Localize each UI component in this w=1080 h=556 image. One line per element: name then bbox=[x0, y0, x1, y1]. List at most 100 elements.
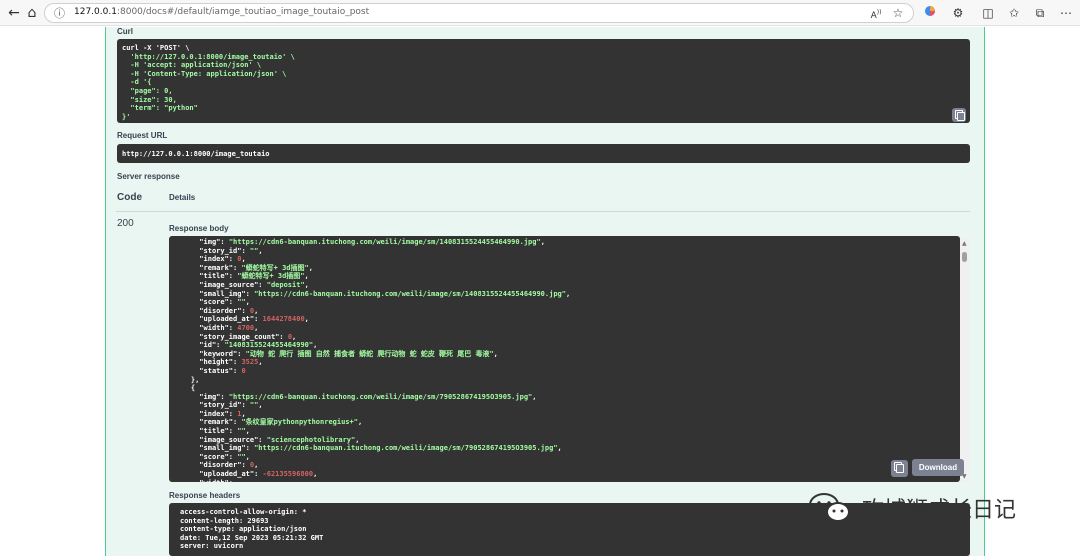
json-token: "https://cdn6-banquan.ituchong.com/weili… bbox=[254, 289, 566, 298]
request-url-block[interactable]: http://127.0.0.1:8000/image_toutaio bbox=[117, 144, 970, 163]
header-line: server: uvicorn bbox=[180, 542, 244, 551]
json-token: "uploaded_at": bbox=[199, 315, 263, 324]
json-token: 1644278400 bbox=[262, 315, 305, 324]
download-button[interactable]: Download bbox=[912, 459, 964, 476]
json-line: { bbox=[174, 384, 955, 393]
url-text[interactable]: 127.0.0.1:8000/docs#/default/iamge_touti… bbox=[74, 7, 369, 17]
json-line: "title": "蟒蛇特写+ 3d插图", bbox=[174, 272, 955, 281]
scroll-thumb[interactable] bbox=[962, 252, 967, 262]
json-line: "story_image_count": 0, bbox=[174, 333, 955, 342]
json-line: "disorder": 0, bbox=[174, 307, 955, 316]
json-token: "remark": bbox=[199, 418, 242, 427]
split-screen-icon[interactable]: ◫ bbox=[980, 5, 996, 21]
watermark-text: 攻城狮成长日记 bbox=[862, 498, 1017, 523]
json-line: "score": "", bbox=[174, 298, 955, 307]
curl-line: -H 'Content-Type: application/json' \ bbox=[122, 69, 287, 78]
json-line: "img": "https://cdn6-banquan.ituchong.co… bbox=[174, 393, 955, 402]
favorite-star-icon[interactable]: ☆ bbox=[890, 5, 906, 21]
curl-line: curl -X 'POST' \ bbox=[122, 44, 190, 52]
json-token: , bbox=[357, 418, 363, 427]
json-token: , bbox=[532, 392, 537, 401]
json-token: "" bbox=[237, 298, 246, 307]
watermark: 攻城狮成长日记 bbox=[808, 490, 1016, 526]
json-token: "img": bbox=[199, 238, 229, 246]
back-arrow-icon[interactable]: ← bbox=[6, 5, 22, 21]
json-line: "keyword": "动物 蛇 爬行 插图 自然 捕食者 蟒蛇 爬行动物 蛇 … bbox=[174, 350, 955, 359]
json-line: "disorder": 0, bbox=[174, 461, 955, 470]
json-token: "https://cdn6-banquan.ituchong.com/weili… bbox=[228, 392, 533, 401]
read-aloud-icon[interactable]: A)) bbox=[868, 5, 884, 21]
home-icon[interactable]: ⌂ bbox=[24, 5, 40, 21]
json-token: , bbox=[241, 409, 246, 418]
info-icon[interactable]: ⓘ bbox=[54, 5, 65, 21]
response-table-header bbox=[116, 190, 970, 212]
header-line: date: Tue,12 Sep 2023 05:21:32 GMT bbox=[180, 533, 324, 542]
curl-line: }' bbox=[122, 112, 131, 121]
json-token: "width": bbox=[199, 323, 238, 332]
json-token: , bbox=[292, 332, 297, 341]
copilot-icon[interactable] bbox=[922, 5, 938, 21]
more-icon[interactable]: ⋯ bbox=[1058, 5, 1074, 21]
json-token: , bbox=[258, 401, 263, 410]
json-token: "sciencephotolibrary" bbox=[266, 435, 356, 444]
extensions-icon[interactable]: ⚙ bbox=[950, 5, 966, 21]
json-line: "image_source": "deposit", bbox=[174, 281, 955, 290]
url-path: :8000/docs#/default/iamge_toutiao_image_… bbox=[116, 7, 370, 17]
response-body-scrollbar[interactable]: ▲ ▼ bbox=[960, 238, 969, 482]
copy-response-icon[interactable] bbox=[891, 460, 908, 477]
json-token: "" bbox=[237, 452, 246, 461]
curl-code-block[interactable]: curl -X 'POST' \ 'http://127.0.0.1:8000/… bbox=[117, 39, 970, 123]
json-token: "index": bbox=[199, 409, 238, 418]
details-column-header: Details bbox=[169, 193, 196, 202]
code-column-header: Code bbox=[117, 192, 142, 203]
json-line: "small_img": "https://cdn6-banquan.ituch… bbox=[174, 290, 955, 299]
favorites-icon[interactable]: ✩ bbox=[1006, 5, 1022, 21]
browser-toolbar: ← ⌂ ⓘ 127.0.0.1:8000/docs#/default/iamge… bbox=[0, 0, 1080, 26]
json-token: "score": bbox=[199, 452, 238, 461]
copy-icon[interactable] bbox=[952, 108, 966, 122]
json-token: "image_source": bbox=[199, 280, 267, 289]
json-line: "img": "https://cdn6-banquan.ituchong.co… bbox=[174, 238, 955, 247]
json-token: "status": bbox=[199, 366, 242, 375]
json-token: , bbox=[565, 289, 571, 298]
curl-line: 'http://127.0.0.1:8000/image_toutaio' \ bbox=[122, 52, 295, 61]
json-token: "" bbox=[237, 427, 246, 436]
json-token: "disorder": bbox=[199, 306, 250, 315]
json-token: "deposit" bbox=[266, 280, 305, 289]
json-token: "1408315524455464990" bbox=[224, 341, 314, 350]
collections-icon[interactable]: ⧉ bbox=[1032, 5, 1048, 21]
wechat-icon bbox=[808, 491, 852, 525]
json-token: 4700 bbox=[237, 323, 255, 332]
json-token: "条纹皇家pythonpythonregius+" bbox=[241, 418, 358, 427]
json-line: "story_id": "", bbox=[174, 401, 955, 410]
json-token: "disorder": bbox=[199, 461, 250, 470]
json-token: , bbox=[245, 298, 250, 307]
json-line: "width": 4700, bbox=[174, 324, 955, 333]
json-line: "story_id": "", bbox=[174, 247, 955, 256]
scroll-up-icon[interactable]: ▲ bbox=[962, 240, 967, 247]
json-token: "height": bbox=[199, 358, 242, 367]
response-body-label: Response body bbox=[169, 224, 229, 233]
request-url-label: Request URL bbox=[117, 131, 168, 140]
json-token: "image_source": bbox=[199, 435, 267, 444]
json-line: "image_source": "sciencephotolibrary", bbox=[174, 436, 955, 445]
json-token: "img": bbox=[199, 392, 229, 401]
response-body-block[interactable]: "img": "https://cdn6-banquan.ituchong.co… bbox=[169, 236, 960, 482]
json-token: { bbox=[174, 384, 196, 393]
json-line: "width": bbox=[174, 479, 955, 482]
json-line: "remark": "条纹皇家pythonpythonregius+", bbox=[174, 418, 955, 427]
